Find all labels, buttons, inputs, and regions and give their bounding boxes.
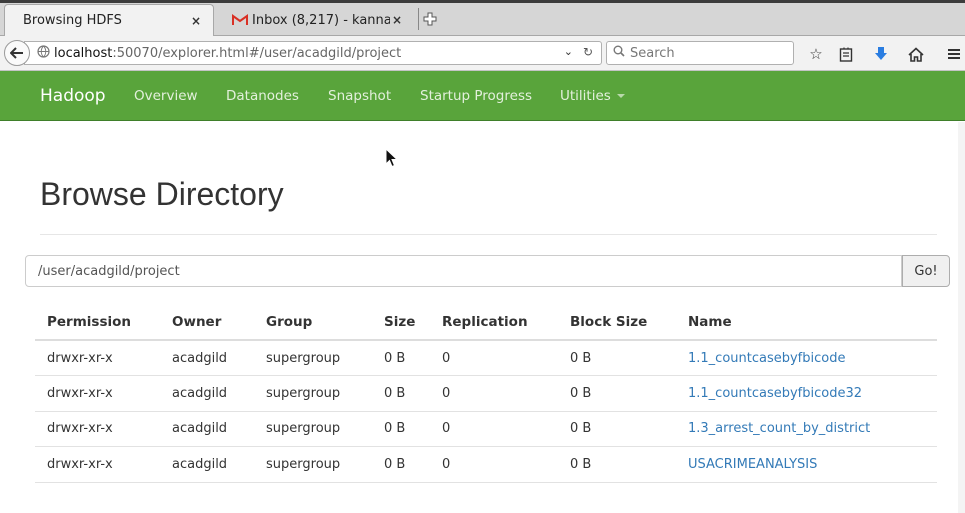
cell-block-size: 0 B: [558, 340, 676, 376]
home-icon[interactable]: [906, 44, 926, 64]
mouse-cursor-icon: [385, 148, 399, 168]
directory-link[interactable]: USACRIMEANALYSIS: [688, 457, 817, 472]
new-tab-button[interactable]: [418, 8, 440, 30]
globe-icon: [37, 44, 50, 62]
cell-replication: 0: [430, 411, 558, 447]
cell-name: 1.1_countcasebyfbicode: [676, 340, 937, 376]
search-icon: [613, 45, 625, 61]
divider: [40, 234, 937, 235]
plus-icon: [423, 12, 436, 26]
header-size[interactable]: Size: [372, 304, 430, 341]
cell-owner: acadgild: [160, 340, 254, 376]
header-permission[interactable]: Permission: [35, 304, 160, 341]
cell-block-size: 0 B: [558, 375, 676, 412]
tab-close-icon[interactable]: ×: [390, 13, 404, 27]
cell-name: 1.1_countcasebyfbicode32: [676, 375, 937, 412]
cell-owner: acadgild: [160, 446, 254, 483]
cell-permission: drwxr-xr-x: [35, 446, 160, 483]
nav-snapshot[interactable]: Snapshot: [328, 88, 391, 104]
cell-replication: 0: [430, 375, 558, 412]
table-row: drwxr-xr-x acadgild supergroup 0 B 0 0 B…: [35, 340, 937, 376]
nav-startup-progress[interactable]: Startup Progress: [420, 88, 532, 104]
directory-link[interactable]: 1.3_arrest_count_by_district: [688, 421, 870, 436]
cell-permission: drwxr-xr-x: [35, 411, 160, 447]
reading-list-icon[interactable]: [836, 44, 856, 64]
cell-permission: drwxr-xr-x: [35, 375, 160, 412]
cell-name: 1.3_arrest_count_by_district: [676, 411, 937, 447]
cell-name: USACRIMEANALYSIS: [676, 446, 937, 483]
tab-title: Inbox (8,217) - kanna...: [252, 12, 390, 28]
table-row: drwxr-xr-x acadgild supergroup 0 B 0 0 B…: [35, 446, 937, 483]
url-bar[interactable]: localhost:50070/explorer.html#/user/acad…: [24, 41, 602, 65]
nav-utilities[interactable]: Utilities: [560, 88, 625, 104]
star-icon[interactable]: ☆: [806, 44, 826, 64]
cell-group: supergroup: [254, 340, 372, 376]
directory-link[interactable]: 1.1_countcasebyfbicode32: [688, 386, 862, 401]
directory-path-input[interactable]: [25, 255, 902, 287]
scrollbar[interactable]: [958, 122, 965, 513]
hadoop-brand[interactable]: Hadoop: [40, 86, 106, 106]
header-name[interactable]: Name: [676, 304, 937, 341]
page-title: Browse Directory: [40, 176, 284, 212]
table-row: drwxr-xr-x acadgild supergroup 0 B 0 0 B…: [35, 411, 937, 447]
go-button[interactable]: Go!: [902, 255, 950, 287]
header-group[interactable]: Group: [254, 304, 372, 341]
hadoop-navbar: Hadoop Overview Datanodes Snapshot Start…: [0, 71, 965, 121]
cell-owner: acadgild: [160, 375, 254, 412]
table-header-row: Permission Owner Group Size Replication …: [35, 304, 937, 341]
menu-icon[interactable]: [944, 44, 964, 64]
tab-inbox[interactable]: Inbox (8,217) - kanna... ×: [214, 4, 414, 36]
cell-size: 0 B: [372, 375, 430, 412]
cell-block-size: 0 B: [558, 411, 676, 447]
navigation-bar: localhost:50070/explorer.html#/user/acad…: [0, 36, 965, 71]
cell-size: 0 B: [372, 411, 430, 447]
header-block-size[interactable]: Block Size: [558, 304, 676, 341]
search-input[interactable]: Search: [606, 41, 794, 65]
back-button[interactable]: [4, 40, 30, 66]
tab-title: Browsing HDFS: [23, 13, 122, 28]
cell-group: supergroup: [254, 446, 372, 483]
tab-browsing-hdfs[interactable]: Browsing HDFS ×: [4, 4, 214, 36]
nav-utilities-label: Utilities: [560, 88, 611, 104]
cell-size: 0 B: [372, 340, 430, 376]
header-owner[interactable]: Owner: [160, 304, 254, 341]
directory-link[interactable]: 1.1_countcasebyfbicode: [688, 351, 845, 366]
cell-permission: drwxr-xr-x: [35, 340, 160, 376]
reload-icon[interactable]: ↻: [583, 45, 593, 59]
cell-group: supergroup: [254, 375, 372, 412]
cell-group: supergroup: [254, 411, 372, 447]
url-path: :50070/explorer.html#/user/acadgild/proj…: [112, 45, 402, 61]
back-arrow-icon: [10, 47, 23, 59]
url-host: localhost: [54, 45, 113, 61]
cell-owner: acadgild: [160, 411, 254, 447]
cell-replication: 0: [430, 446, 558, 483]
cell-block-size: 0 B: [558, 446, 676, 483]
header-replication[interactable]: Replication: [430, 304, 558, 341]
table-row: drwxr-xr-x acadgild supergroup 0 B 0 0 B…: [35, 375, 937, 412]
tab-close-icon[interactable]: ×: [189, 14, 203, 28]
directory-listing-table: Permission Owner Group Size Replication …: [35, 304, 937, 483]
cell-size: 0 B: [372, 446, 430, 483]
download-icon[interactable]: [871, 44, 891, 64]
chevron-down-icon[interactable]: ⌄: [564, 45, 573, 58]
search-placeholder: Search: [630, 45, 675, 61]
nav-datanodes[interactable]: Datanodes: [226, 88, 299, 104]
caret-down-icon: [616, 94, 625, 98]
gmail-icon: [232, 14, 248, 26]
cell-replication: 0: [430, 340, 558, 376]
tab-strip: Browsing HDFS × Inbox (8,217) - kanna...…: [0, 0, 965, 36]
nav-overview[interactable]: Overview: [134, 88, 198, 104]
